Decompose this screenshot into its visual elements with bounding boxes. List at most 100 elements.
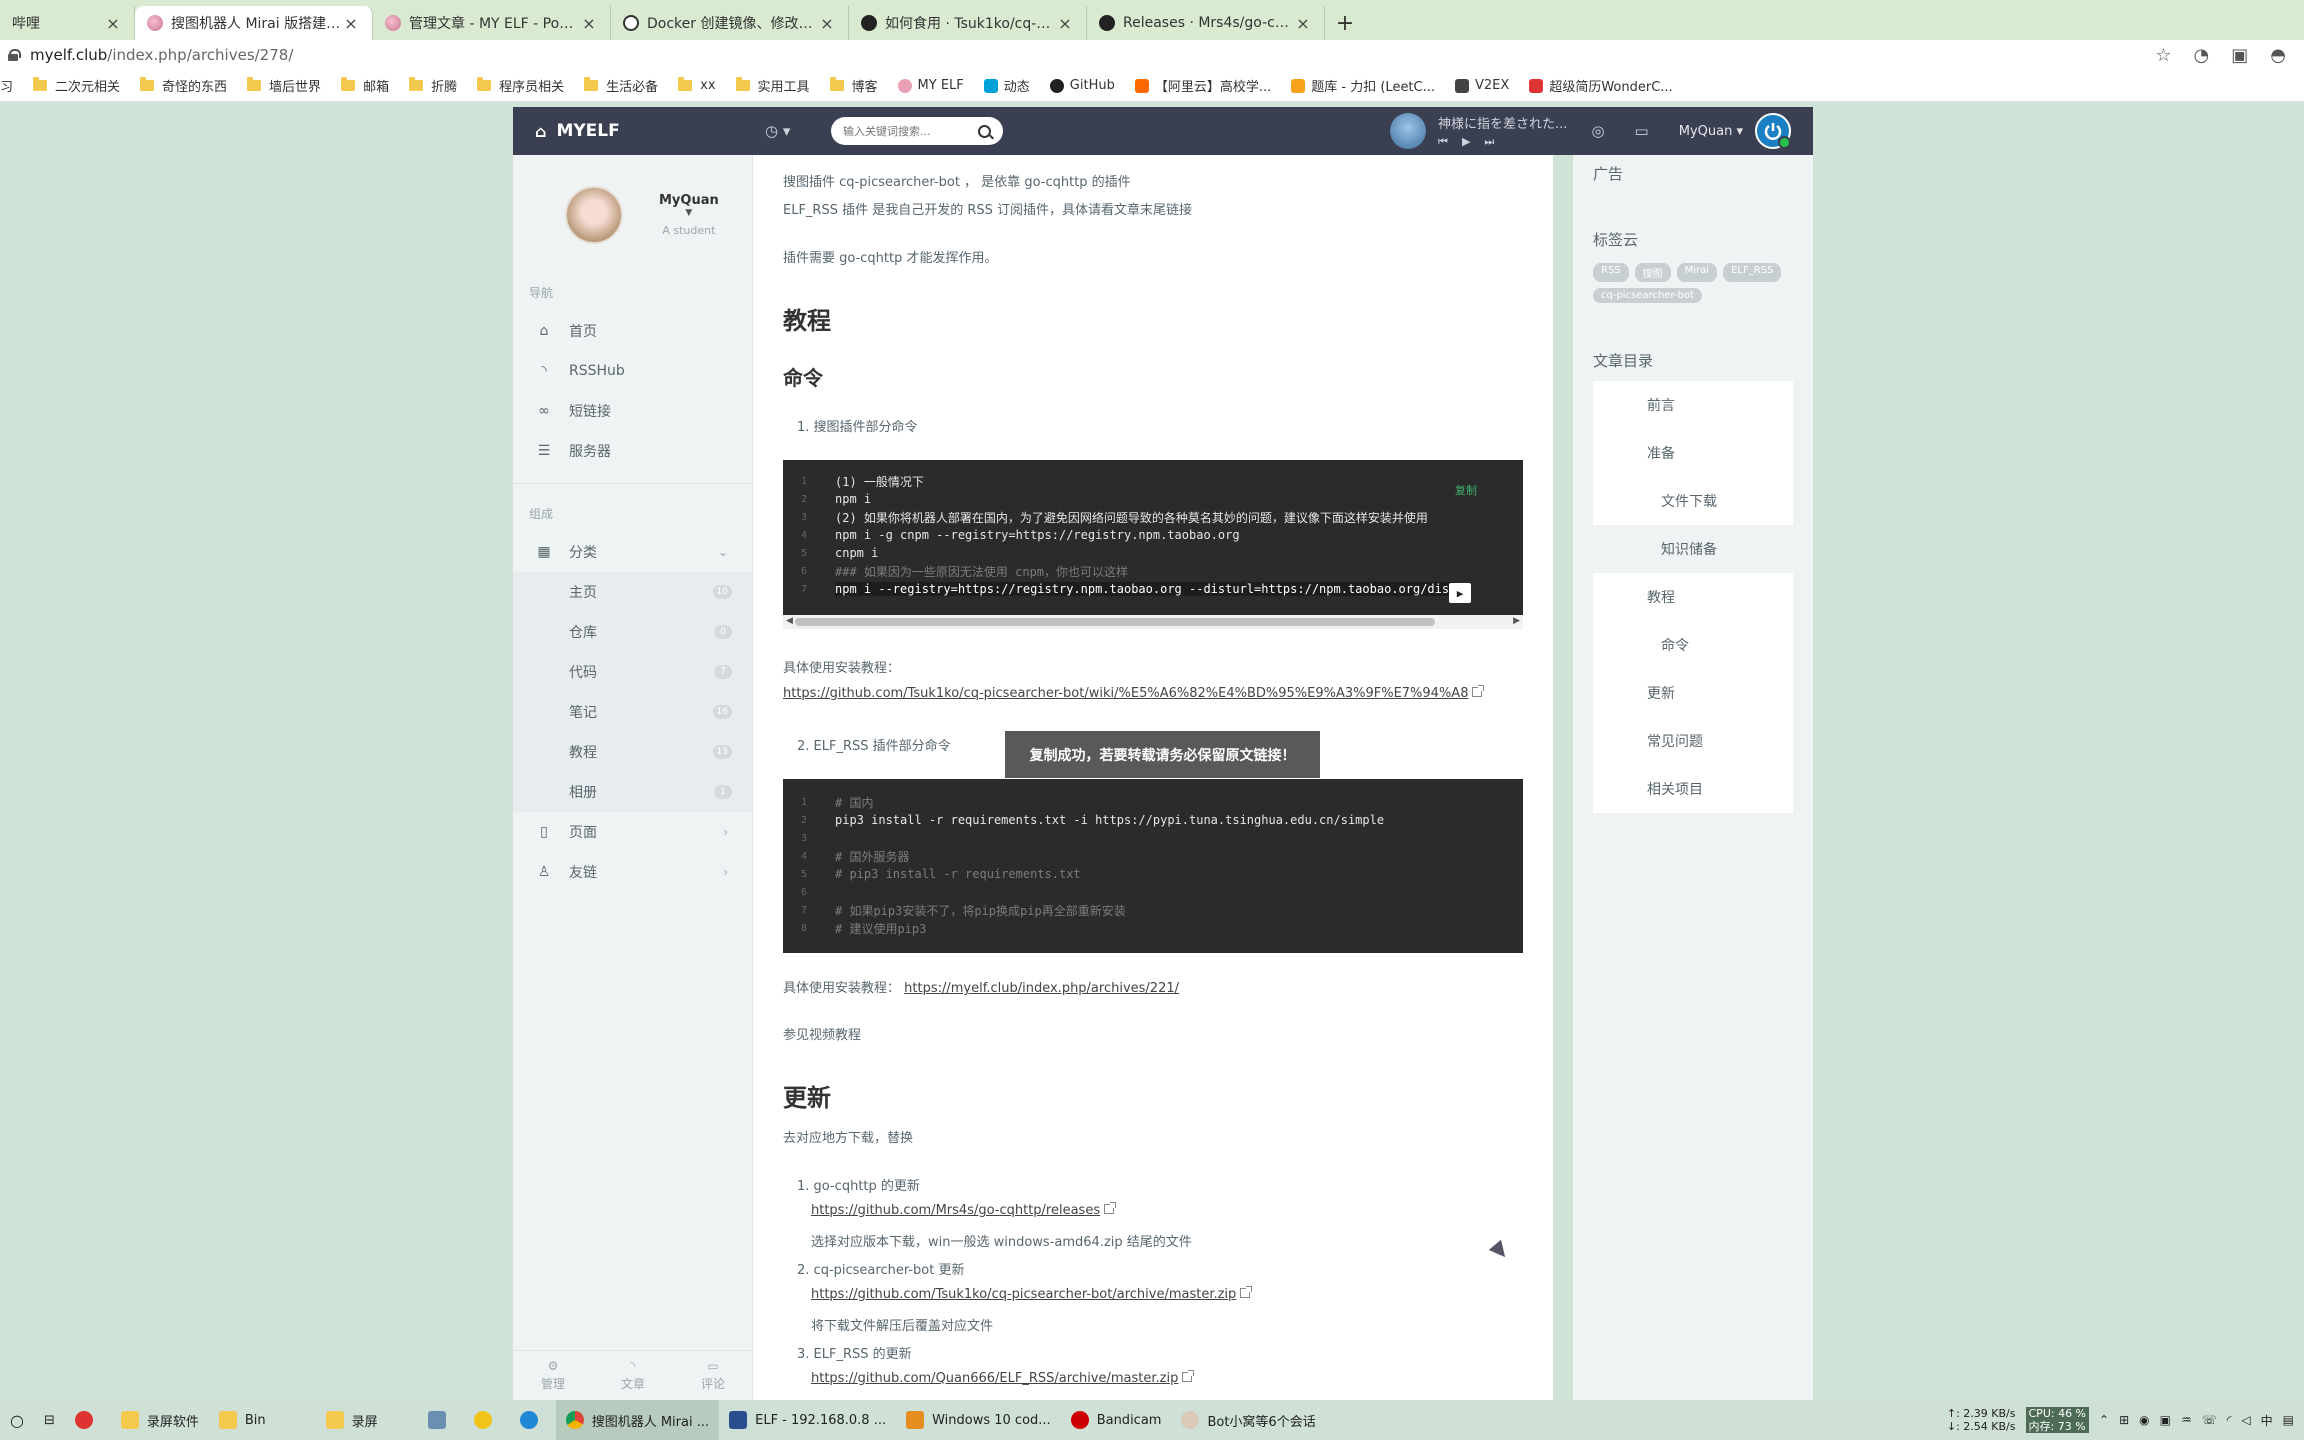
category-item[interactable]: 主页 10: [513, 572, 752, 612]
tray-app-icon[interactable]: ⊞: [2119, 1413, 2129, 1427]
browser-tab[interactable]: 管理文章 - MY ELF - Powered b ×: [373, 6, 611, 40]
bookmark-item[interactable]: GitHub: [1049, 78, 1115, 93]
search-input[interactable]: [843, 124, 978, 138]
taskbar-app[interactable]: [65, 1400, 111, 1440]
star-icon[interactable]: ☆: [2155, 45, 2171, 66]
chevron-up-icon[interactable]: ⌃: [2099, 1413, 2109, 1427]
bookmark-folder[interactable]: 博客: [829, 76, 878, 95]
volume-icon[interactable]: ◁: [2241, 1413, 2250, 1427]
category-item[interactable]: 笔记 16: [513, 692, 752, 732]
next-icon[interactable]: ⏭: [1484, 135, 1494, 149]
tray-app-icon[interactable]: ☏: [2202, 1413, 2217, 1427]
bookmark-item[interactable]: V2EX: [1455, 78, 1509, 93]
bookmark-item[interactable]: 【阿里云】高校学...: [1134, 76, 1271, 95]
play-icon[interactable]: ▶: [1462, 135, 1470, 149]
toc-item[interactable]: 常见问题: [1593, 717, 1793, 765]
footer-manage-button[interactable]: ⚙ 管理: [513, 1351, 593, 1400]
toc-item[interactable]: 更新: [1593, 669, 1793, 717]
play-icon[interactable]: ▶: [1449, 583, 1471, 603]
sidebar-item-category[interactable]: ▦ 分类 ⌄: [513, 532, 752, 572]
update-link[interactable]: https://github.com/Quan666/ELF_RSS/archi…: [811, 1371, 1178, 1386]
bookmark-folder[interactable]: 生活必备: [584, 76, 658, 95]
sidebar-item-pages[interactable]: ▯ 页面 ›: [513, 812, 752, 852]
close-icon[interactable]: ×: [342, 14, 360, 33]
browser-tab[interactable]: Docker 创建镜像、修改、上传镜 ×: [611, 6, 849, 40]
sidebar-item-rsshub[interactable]: ◝ RSSHub: [513, 351, 752, 391]
toc-item[interactable]: 教程: [1593, 573, 1793, 621]
bookmark-item[interactable]: 题库 - 力扣 (LeetC...: [1291, 76, 1435, 95]
sidebar-item-home[interactable]: ⌂ 首页: [513, 311, 752, 351]
user-avatar[interactable]: [1755, 113, 1791, 149]
category-item[interactable]: 教程 13: [513, 732, 752, 772]
taskbar-app[interactable]: [464, 1400, 510, 1440]
bookmark-folder[interactable]: 折腾: [409, 76, 457, 95]
taskbar-app[interactable]: Windows 10 cod...: [896, 1400, 1061, 1440]
profile-icon[interactable]: ◓: [2270, 45, 2286, 66]
close-icon[interactable]: ×: [818, 14, 836, 33]
toc-item[interactable]: 相关项目: [1593, 765, 1793, 813]
browser-tab-active[interactable]: 搜图机器人 Mirai 版搭建教程 - M ×: [135, 6, 373, 40]
search-icon[interactable]: [978, 124, 991, 138]
browser-tab[interactable]: 如何食用 · Tsuk1ko/cq-picsear ×: [849, 6, 1087, 40]
tray-app-icon[interactable]: ▣: [2160, 1413, 2171, 1427]
toc-item[interactable]: 准备: [1593, 429, 1793, 477]
taskbar-app[interactable]: ELF - 192.168.0.8 ...: [719, 1400, 896, 1440]
new-tab-button[interactable]: +: [1325, 6, 1365, 40]
start-button[interactable]: ○: [0, 1400, 34, 1440]
profile-info[interactable]: MyQuan ▼ A student: [659, 193, 719, 237]
taskbar-app[interactable]: 录屏软件: [111, 1400, 209, 1440]
update-link[interactable]: https://github.com/Mrs4s/go-cqhttp/relea…: [811, 1203, 1100, 1218]
tray-app-icon[interactable]: ◉: [2139, 1413, 2149, 1427]
scroll-right-icon[interactable]: ▶: [1513, 616, 1520, 626]
bookmark-item[interactable]: 超级简历WonderC...: [1529, 76, 1673, 95]
taskbar-app[interactable]: 录屏: [316, 1400, 388, 1440]
task-view-button[interactable]: ⊟: [34, 1400, 65, 1440]
bookmark-folder[interactable]: 实用工具: [735, 76, 810, 95]
comment-icon[interactable]: ▭: [1635, 122, 1649, 140]
bookmark-item[interactable]: 习: [0, 76, 13, 95]
bookmark-folder[interactable]: 程序员相关: [477, 76, 564, 95]
close-icon[interactable]: ×: [104, 14, 122, 33]
toc-item-active[interactable]: 知识储备: [1593, 525, 1793, 573]
tag[interactable]: ELF_RSS: [1723, 263, 1782, 282]
footer-comments-button[interactable]: ▭ 评论: [673, 1351, 753, 1400]
sidebar-item-shortlink[interactable]: ∞ 短链接: [513, 391, 752, 431]
toc-item[interactable]: 前言: [1593, 381, 1793, 429]
clock-dropdown-icon[interactable]: ◷ ▾: [765, 122, 815, 140]
code-scrollbar[interactable]: ◀ ▶: [783, 615, 1523, 629]
bookmark-folder[interactable]: 二次元相关: [33, 76, 120, 95]
browser-tab[interactable]: Releases · Mrs4s/go-cqhttp ×: [1087, 6, 1325, 40]
bookmark-item[interactable]: MY ELF: [897, 78, 964, 93]
lock-icon[interactable]: [8, 49, 21, 61]
copy-button[interactable]: 复制: [1455, 482, 1477, 498]
close-icon[interactable]: ×: [580, 14, 598, 33]
tag[interactable]: 搜图: [1634, 263, 1671, 282]
bookmark-folder[interactable]: 墙后世界: [247, 76, 321, 95]
extension-badge-icon[interactable]: ▣: [2231, 45, 2248, 66]
notification-icon[interactable]: ▤: [2283, 1413, 2294, 1427]
taskbar-app[interactable]: [510, 1400, 556, 1440]
toc-item[interactable]: 文件下载: [1593, 477, 1793, 525]
scroll-thumb[interactable]: [795, 618, 1435, 626]
taskbar-app[interactable]: [418, 1400, 464, 1440]
target-icon[interactable]: ◎: [1591, 122, 1604, 140]
bookmark-folder[interactable]: xx: [678, 77, 716, 93]
url-text[interactable]: myelf.club/index.php/archives/278/: [30, 46, 2155, 64]
tray-app-icon[interactable]: ♒: [2181, 1413, 2192, 1427]
tag[interactable]: cq-picsearcher-bot: [1593, 288, 1702, 303]
address-bar[interactable]: myelf.club/index.php/archives/278/ ☆ ◔ ▣…: [0, 40, 2304, 70]
previous-icon[interactable]: ⏮: [1438, 135, 1448, 149]
avatar[interactable]: [565, 186, 623, 244]
toc-item[interactable]: 命令: [1593, 621, 1793, 669]
tag[interactable]: RSS: [1593, 263, 1629, 282]
code-block[interactable]: 1 # 国内 2 pip3 install -r requirements.txt -…: [783, 779, 1523, 953]
bookmark-item[interactable]: 动态: [983, 76, 1030, 95]
category-item[interactable]: 相册 1: [513, 772, 752, 812]
update-link[interactable]: https://github.com/Tsuk1ko/cq-picsearche…: [811, 1287, 1236, 1302]
footer-articles-button[interactable]: ◝ 文章: [593, 1351, 673, 1400]
category-item[interactable]: 仓库 0: [513, 612, 752, 652]
browser-tab[interactable]: 哔哩 ×: [0, 6, 135, 40]
taskbar-app-active[interactable]: 搜图机器人 Mirai ...: [555, 1400, 720, 1440]
scroll-left-icon[interactable]: ◀: [786, 616, 793, 626]
taskbar-app[interactable]: Bandicam: [1061, 1400, 1172, 1440]
